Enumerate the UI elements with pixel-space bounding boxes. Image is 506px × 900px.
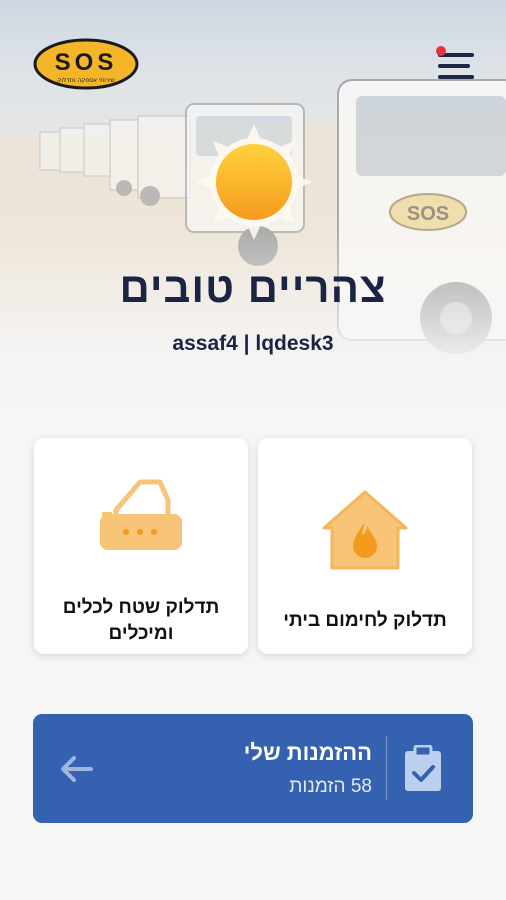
orders-count: 58 הזמנות	[289, 776, 372, 797]
sos-logo: SOS שירותי אספקה ותדלוק	[33, 38, 139, 90]
home-heating-fuel-card[interactable]: תדלוק לחימום ביתי	[258, 438, 472, 654]
my-orders-title: ההזמנות שלי	[243, 740, 372, 765]
logo-subtext: שירותי אספקה ותדלוק	[57, 77, 115, 84]
logo-text: SOS	[55, 49, 118, 76]
user-info: assaf4 | lqdesk3	[172, 332, 334, 355]
home-heating-icon	[320, 488, 410, 572]
notification-dot	[436, 46, 446, 56]
field-fuel-card[interactable]: תדלוק שטח לכלים ומיכלים	[34, 438, 248, 654]
clipboard-check-icon	[403, 744, 443, 793]
orders-divider	[386, 736, 387, 800]
bulldozer-icon	[96, 478, 186, 556]
home-heating-label: תדלוק לחימום ביתי	[283, 610, 447, 631]
field-fuel-label: תדלוק שטח לכלים ומיכלים	[62, 597, 220, 644]
greeting-title: צהריים טובים	[119, 264, 387, 311]
menu-button[interactable]	[434, 44, 474, 82]
hamburger-menu-icon-bar-3	[438, 75, 474, 79]
my-orders-button[interactable]: ההזמנות שלי 58 הזמנות	[33, 714, 473, 823]
hamburger-menu-icon-bar-2	[438, 64, 470, 68]
arrow-left-icon	[59, 755, 93, 783]
sun-icon	[196, 124, 312, 240]
